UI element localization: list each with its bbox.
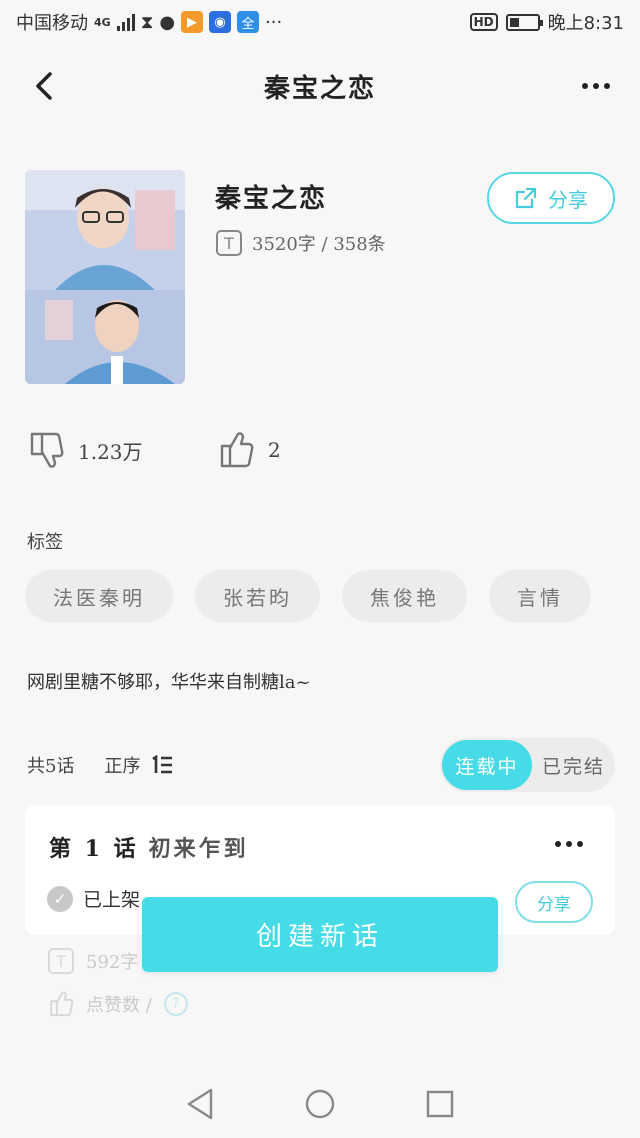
tag-chip[interactable]: 法医秦明 xyxy=(25,570,173,622)
episode-likes: 点赞数 / ? xyxy=(48,990,188,1018)
hd-badge: HD xyxy=(469,13,498,31)
home-circle-icon[interactable] xyxy=(304,1088,336,1120)
signal-icon xyxy=(116,13,135,31)
episode-list-header: 共5话 正序 xyxy=(27,752,174,778)
battery-icon xyxy=(505,13,543,31)
episode-total: 共5话 xyxy=(27,756,75,777)
help-icon[interactable]: ? xyxy=(163,992,188,1016)
tag-list: 法医秦明 张若昀 焦俊艳 言情 xyxy=(25,570,591,622)
episode-likes-label: 点赞数 / xyxy=(86,995,152,1016)
dislike-count: 1.23万 xyxy=(78,439,143,464)
sort-order-button[interactable]: 正序 xyxy=(104,752,174,778)
status-filter-toggle: 连载中 已完结 xyxy=(440,738,615,792)
filter-completed[interactable]: 已完结 xyxy=(532,752,615,779)
quanmin-app-icon: 全 xyxy=(237,11,260,33)
tag-chip[interactable]: 张若昀 xyxy=(195,570,320,622)
sort-order-label: 正序 xyxy=(104,756,141,777)
book-title: 秦宝之恋 xyxy=(215,184,328,214)
episode-word-count: T 592字 xyxy=(48,948,138,974)
book-cover-image xyxy=(25,170,185,384)
share-button-label: 分享 xyxy=(548,187,588,212)
like-count: 2 xyxy=(268,438,281,462)
reaction-row: 1.23万 2 xyxy=(0,428,640,478)
thumbs-up-icon xyxy=(50,991,74,1017)
episode-number: 第 1 话 xyxy=(49,836,139,862)
page-title: 秦宝之恋 xyxy=(263,73,376,104)
more-options-button[interactable] xyxy=(578,72,614,100)
episode-status: ✓ 已上架 xyxy=(47,885,140,912)
sort-order-icon xyxy=(152,755,173,774)
word-count-text: 3520字 / 358条 xyxy=(252,234,386,255)
network-type: 4G xyxy=(94,15,111,29)
video-app-icon: ▶ xyxy=(181,11,204,33)
book-stats: T 3520字 / 358条 xyxy=(216,230,386,256)
back-triangle-icon[interactable] xyxy=(185,1087,215,1121)
thumbs-up-icon xyxy=(220,432,254,468)
battery-level xyxy=(509,17,519,27)
episode-name: 初来乍到 xyxy=(148,836,249,862)
top-nav-bar: 秦宝之恋 xyxy=(0,56,640,116)
hourglass-icon: ⧗ xyxy=(140,11,154,33)
create-episode-button[interactable]: 创建新话 xyxy=(142,897,498,972)
back-button[interactable] xyxy=(28,68,64,104)
dislike-button[interactable]: 1.23万 xyxy=(28,430,143,470)
episode-status-label: 已上架 xyxy=(83,889,141,911)
episode-heading: 第 1 话初来乍到 xyxy=(49,831,249,863)
more-notifications-icon: ··· xyxy=(265,11,283,33)
episode-share-button[interactable]: 分享 xyxy=(515,881,593,923)
status-bar: 中国移动 4G ⧗ ● ▶ ◉ 全 ··· HD 晚上8:31 xyxy=(0,0,640,44)
episode-words: 592字 xyxy=(86,952,139,973)
tags-heading: 标签 xyxy=(27,532,63,553)
tag-chip[interactable]: 焦俊艳 xyxy=(342,570,467,622)
recents-square-icon[interactable] xyxy=(425,1089,455,1119)
tag-chip[interactable]: 言情 xyxy=(489,570,591,622)
share-icon xyxy=(515,187,537,209)
filter-ongoing[interactable]: 连载中 xyxy=(442,740,532,790)
back-arrow-icon xyxy=(36,72,52,100)
system-nav-bar xyxy=(0,1070,640,1138)
text-count-icon: T xyxy=(216,230,242,256)
like-button[interactable]: 2 xyxy=(218,430,281,470)
clock: 晚上8:31 xyxy=(547,13,624,34)
share-button[interactable]: 分享 xyxy=(487,172,615,224)
text-count-icon: T xyxy=(48,948,74,974)
thumbs-down-icon xyxy=(30,432,64,468)
episode-more-button[interactable] xyxy=(555,841,583,847)
baidu-app-icon: ◉ xyxy=(209,11,232,33)
book-description: 网剧里糖不够耶，华华来自制糖la~ xyxy=(27,672,311,693)
qq-icon: ● xyxy=(159,11,176,33)
carrier-text: 中国移动 xyxy=(16,13,88,34)
cover-photo-bottom xyxy=(25,290,185,384)
cover-photo-top xyxy=(25,170,185,290)
check-icon: ✓ xyxy=(47,885,73,912)
